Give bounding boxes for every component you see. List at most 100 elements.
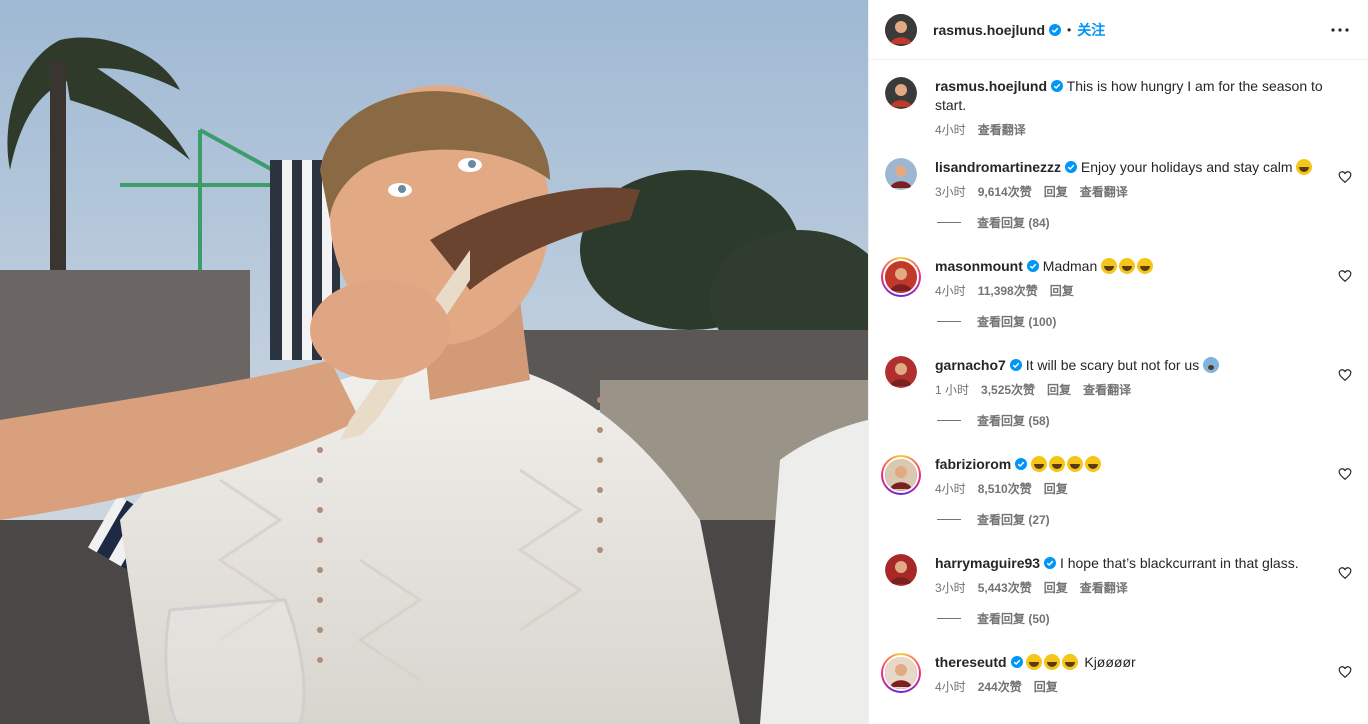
comment-row: harrymaguire93 I hope that’s blackcurran… — [885, 554, 1352, 596]
comment-item: lisandromartinezzz Enjoy your holidays a… — [885, 158, 1352, 231]
emoji-icon — [1049, 456, 1066, 472]
comment-username[interactable]: fabriziorom — [935, 456, 1011, 472]
comments-panel: rasmus.hoejlund • 关注 rasmus.hoejlund Thi… — [868, 0, 1368, 724]
verified-icon — [1044, 557, 1057, 569]
author-avatar-image — [885, 13, 917, 46]
view-replies-button[interactable]: 查看回复 (100) — [937, 313, 1352, 330]
like-heart-icon[interactable] — [1338, 665, 1352, 679]
reply-button[interactable]: 回复 — [1044, 183, 1068, 200]
comment-likes[interactable]: 9,614次赞 — [978, 183, 1032, 200]
comment-likes[interactable]: 8,510次赞 — [978, 480, 1032, 497]
comment-likes[interactable]: 244次赞 — [978, 678, 1022, 695]
translate-button[interactable]: 查看翻译 — [1083, 381, 1131, 398]
emoji-icon — [1119, 258, 1136, 274]
like-heart-icon[interactable] — [1338, 170, 1352, 184]
caption-translate[interactable]: 查看翻译 — [978, 121, 1026, 138]
verified-icon — [1015, 458, 1028, 470]
comment-item: harrymaguire93 I hope that’s blackcurran… — [885, 554, 1352, 627]
post-modal: rasmus.hoejlund • 关注 rasmus.hoejlund Thi… — [0, 0, 1368, 724]
comment-time[interactable]: 4小时 — [935, 480, 966, 497]
comment-time[interactable]: 4小时 — [935, 282, 966, 299]
caption-username[interactable]: rasmus.hoejlund — [935, 78, 1047, 94]
commenter-avatar-image — [885, 657, 917, 689]
author-avatar-image — [885, 77, 917, 109]
comment-item: thereseutd Kjøøøør 4小时 244次赞 回复 — [881, 653, 1352, 695]
emoji-icon — [1296, 159, 1313, 175]
comment-row: garnacho7 It will be scary but not for u… — [885, 356, 1352, 398]
like-heart-icon[interactable] — [1338, 269, 1352, 283]
comment-time[interactable]: 3小时 — [935, 183, 966, 200]
comment-username[interactable]: lisandromartinezzz — [935, 159, 1061, 175]
comment-row: fabriziorom 4小时 8,510次赞 回复 — [881, 455, 1352, 497]
view-replies-button[interactable]: 查看回复 (50) — [937, 610, 1352, 627]
like-heart-icon[interactable] — [1338, 566, 1352, 580]
comment-username[interactable]: garnacho7 — [935, 357, 1006, 373]
comment-username[interactable]: harrymaguire93 — [935, 555, 1040, 571]
commenter-avatar-image — [885, 158, 917, 190]
emoji-icon — [1062, 654, 1079, 670]
commenter-avatar-image — [885, 356, 917, 388]
commenter-avatar-image — [885, 261, 917, 293]
emoji-icon — [1031, 456, 1048, 472]
emoji-icon — [1203, 357, 1220, 373]
verified-icon — [1049, 23, 1062, 36]
comment-likes[interactable]: 11,398次赞 — [978, 282, 1038, 299]
reply-button[interactable]: 回复 — [1047, 381, 1071, 398]
view-replies-button[interactable]: 查看回复 (27) — [937, 511, 1352, 528]
post-photo[interactable] — [0, 0, 868, 724]
post-header: rasmus.hoejlund • 关注 — [869, 0, 1368, 60]
comment-text: I hope that’s blackcurrant in that glass… — [1059, 555, 1299, 571]
comment-text: Kjøøøør — [1084, 654, 1136, 670]
verified-icon — [1026, 260, 1039, 272]
comment-username[interactable]: thereseutd — [935, 654, 1007, 670]
view-replies-label: 查看回复 (58) — [977, 414, 1050, 428]
follow-button[interactable]: 关注 — [1077, 20, 1105, 40]
comments-list[interactable]: rasmus.hoejlund This is how hungry I am … — [869, 61, 1368, 724]
comment-item: garnacho7 It will be scary but not for u… — [885, 356, 1352, 429]
more-options-button[interactable] — [1328, 18, 1352, 42]
author-avatar[interactable] — [885, 13, 917, 46]
comment-text: Madman — [1042, 258, 1098, 274]
comment-items: lisandromartinezzz Enjoy your holidays a… — [881, 158, 1352, 695]
commenter-avatar[interactable] — [885, 356, 917, 388]
caption-time[interactable]: 4小时 — [935, 121, 966, 138]
commenter-avatar-image — [885, 554, 917, 586]
view-replies-label: 查看回复 (50) — [977, 612, 1050, 626]
reply-button[interactable]: 回复 — [1034, 678, 1058, 695]
view-replies-button[interactable]: 查看回复 (58) — [937, 412, 1352, 429]
reply-button[interactable]: 回复 — [1044, 480, 1068, 497]
reply-button[interactable]: 回复 — [1050, 282, 1074, 299]
author-username[interactable]: rasmus.hoejlund — [933, 22, 1045, 38]
commenter-avatar[interactable] — [885, 554, 917, 586]
commenter-avatar[interactable] — [885, 158, 917, 190]
comment-time[interactable]: 3小时 — [935, 579, 966, 596]
comment-username[interactable]: masonmount — [935, 258, 1023, 274]
comment-row: masonmount Madman 4小时 11,398次赞 回复 — [881, 257, 1352, 299]
comment-time[interactable]: 4小时 — [935, 678, 966, 695]
verified-icon — [1010, 656, 1023, 668]
like-heart-icon[interactable] — [1338, 467, 1352, 481]
comment-likes[interactable]: 5,443次赞 — [978, 579, 1032, 596]
emoji-icon — [1101, 258, 1118, 274]
post-caption: rasmus.hoejlund This is how hungry I am … — [885, 77, 1352, 138]
translate-button[interactable]: 查看翻译 — [1080, 579, 1128, 596]
translate-button[interactable]: 查看翻译 — [1080, 183, 1128, 200]
author-avatar[interactable] — [885, 77, 917, 109]
more-options-icon — [1331, 27, 1349, 32]
commenter-avatar[interactable] — [881, 455, 921, 495]
reply-button[interactable]: 回复 — [1044, 579, 1068, 596]
commenter-avatar[interactable] — [881, 653, 921, 693]
commenter-avatar[interactable] — [881, 257, 921, 297]
comment-likes[interactable]: 3,525次赞 — [981, 381, 1035, 398]
comment-item: masonmount Madman 4小时 11,398次赞 回复查看回复 (100… — [881, 257, 1352, 330]
comment-row: thereseutd Kjøøøør 4小时 244次赞 回复 — [881, 653, 1352, 695]
comment-time[interactable]: 1 小时 — [935, 381, 969, 398]
separator-dot: • — [1067, 22, 1072, 37]
emoji-icon — [1067, 456, 1084, 472]
verified-icon — [1009, 359, 1022, 371]
view-replies-button[interactable]: 查看回复 (84) — [937, 214, 1352, 231]
comment-text: Enjoy your holidays and stay calm — [1080, 159, 1293, 175]
emoji-icon — [1085, 456, 1102, 472]
like-heart-icon[interactable] — [1338, 368, 1352, 382]
view-replies-label: 查看回复 (100) — [977, 315, 1057, 329]
